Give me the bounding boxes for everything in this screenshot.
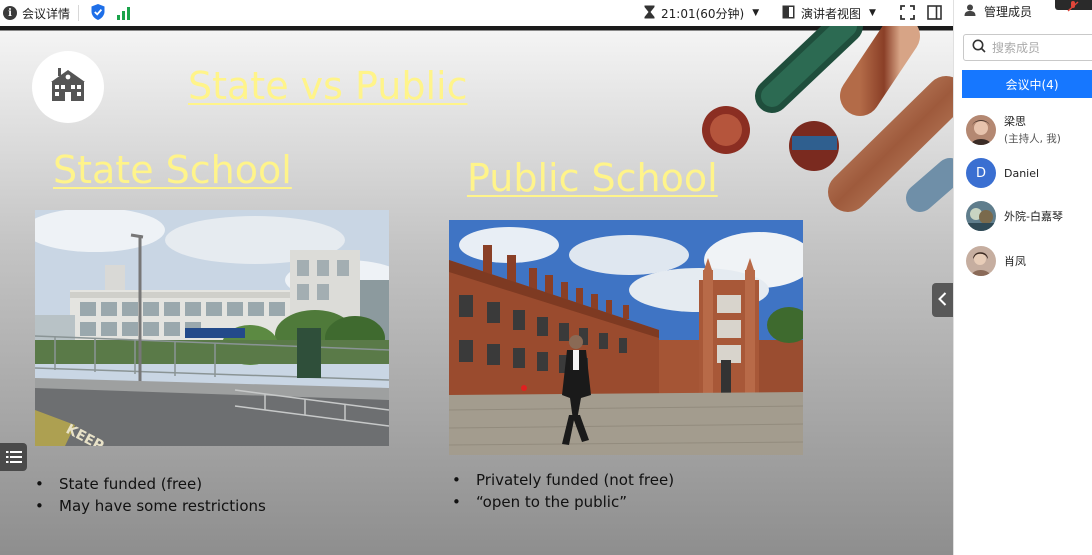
- person-icon: [964, 4, 976, 19]
- member-item[interactable]: 肖凤: [966, 246, 1026, 276]
- avatar: D: [966, 158, 996, 188]
- member-role: (主持人, 我): [1004, 133, 1061, 145]
- toolbar-divider: [78, 5, 80, 21]
- state-school-bullets: State funded (free) May have some restri…: [35, 473, 266, 517]
- members-panel: 管理成员 会议中(4) 梁思 (主持人, 我) D Daniel 外院-白嘉琴: [953, 0, 1092, 555]
- info-icon: i: [3, 6, 17, 20]
- public-school-bullets: Privately funded (not free) “open to the…: [452, 469, 674, 513]
- shared-slide: State vs Public State School Public Scho…: [0, 26, 953, 555]
- member-name: Daniel: [1004, 166, 1040, 180]
- list-item: Privately funded (not free): [452, 469, 674, 491]
- list-menu-icon: [5, 448, 22, 467]
- state-school-photo: KEEP: [35, 210, 389, 446]
- meeting-timer[interactable]: 21:01(60分钟) ▼: [644, 0, 759, 26]
- meeting-toolbar: i 会议详情 21:01(60分钟) ▼ 演讲者视图 ▼: [0, 0, 953, 26]
- presenter-view-icon: [782, 5, 795, 22]
- avatar: [966, 246, 996, 276]
- chevron-down-icon: ▼: [869, 8, 876, 18]
- avatar: [966, 201, 996, 231]
- chevron-down-icon: ▼: [752, 8, 760, 18]
- fullscreen-icon[interactable]: [900, 5, 915, 23]
- state-school-heading: State School: [53, 148, 292, 192]
- avatar: [966, 114, 996, 145]
- member-name: 肖凤: [1004, 255, 1026, 268]
- shield-icon[interactable]: [91, 3, 105, 23]
- hourglass-icon: [644, 5, 655, 22]
- member-item[interactable]: D Daniel: [966, 158, 1039, 188]
- search-icon: [972, 39, 986, 56]
- search-input[interactable]: [992, 40, 1082, 55]
- view-mode-selector[interactable]: 演讲者视图 ▼: [782, 0, 876, 26]
- slide-menu-button[interactable]: [0, 443, 27, 471]
- sidebar-toggle-icon[interactable]: [927, 5, 942, 23]
- slide-title: State vs Public: [188, 64, 468, 108]
- list-item: State funded (free): [35, 473, 266, 495]
- member-item[interactable]: 外院-白嘉琴: [966, 201, 1063, 231]
- meeting-info-label: 会议详情: [22, 6, 71, 21]
- tab-in-meeting[interactable]: 会议中(4): [962, 70, 1092, 98]
- collapse-sidebar-button[interactable]: [932, 283, 953, 317]
- chevron-left-icon: [938, 291, 947, 310]
- view-mode-label: 演讲者视图: [801, 6, 862, 21]
- mic-off-icon: [1066, 0, 1080, 17]
- public-school-heading: Public School: [467, 156, 718, 200]
- logo-badge: [32, 51, 104, 123]
- signal-icon[interactable]: [117, 6, 131, 20]
- list-item: “open to the public”: [452, 491, 674, 513]
- public-school-photo: [449, 220, 803, 455]
- school-icon: [49, 68, 87, 106]
- list-item: May have some restrictions: [35, 495, 266, 517]
- members-panel-title: 管理成员: [984, 4, 1033, 19]
- member-name: 外院-白嘉琴: [1004, 210, 1063, 223]
- member-name: 梁思: [1004, 115, 1026, 128]
- member-item[interactable]: 梁思 (主持人, 我): [966, 113, 1061, 146]
- timer-text: 21:01(60分钟): [661, 6, 745, 21]
- meeting-info-button[interactable]: i 会议详情: [0, 0, 70, 26]
- member-search-box[interactable]: [963, 34, 1092, 61]
